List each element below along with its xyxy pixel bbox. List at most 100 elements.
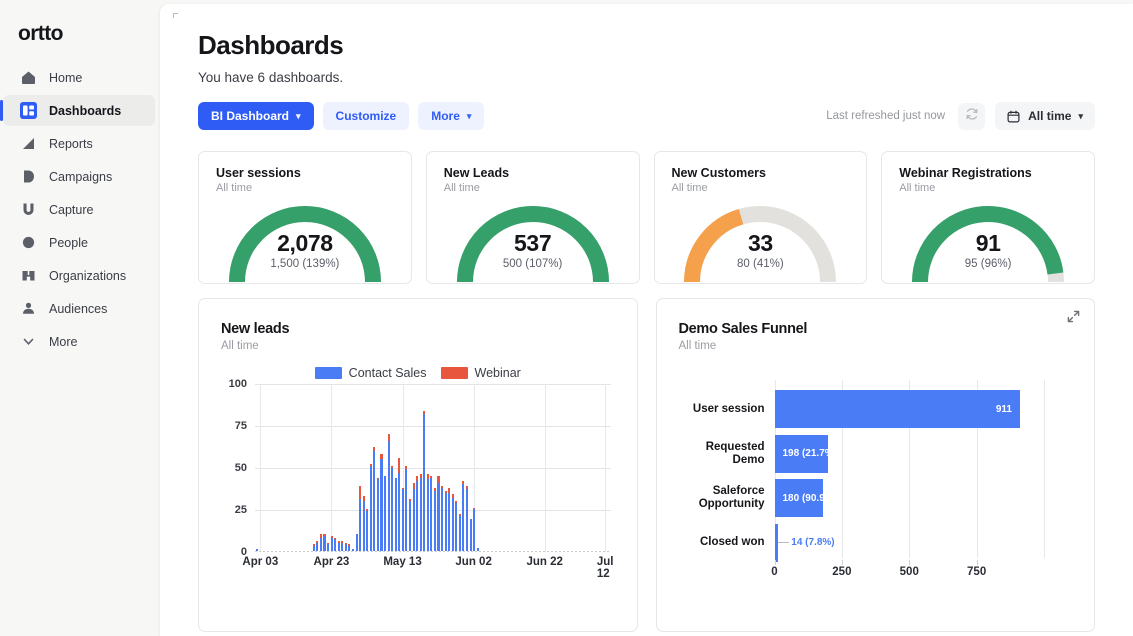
more-button-label: More: [431, 109, 460, 123]
new-leads-chart-card[interactable]: New leads All time Contact Sales Webinar …: [198, 298, 638, 632]
bar-stack: [469, 519, 472, 551]
bar-chart-x-axis: Apr 03 Apr 23 May 13 Jun 02 Jun 22 Jul 12: [242, 556, 613, 580]
bar-segment-contact-sales: [348, 546, 351, 551]
legend-item[interactable]: Webinar: [440, 366, 521, 380]
page-content: Dashboards You have 6 dashboards. BI Das…: [160, 4, 1133, 632]
bar-stack: [419, 474, 422, 551]
bar-column[interactable]: [608, 384, 612, 551]
kpi-gauge-center: 91 95 (96%): [899, 230, 1077, 270]
sidebar-item-home[interactable]: Home: [3, 62, 155, 93]
funnel-row[interactable]: Saleforce Opportunity 180 (90.9%): [699, 479, 1045, 517]
axis-tick-mark: [976, 560, 978, 565]
bar-series-container: [255, 384, 611, 551]
sidebar-item-dashboards[interactable]: Dashboards: [0, 95, 155, 126]
kpi-card[interactable]: New Leads All time 537 500 (107%): [425, 151, 640, 284]
bar-stack: [351, 549, 354, 551]
bar-segment-contact-sales: [441, 487, 444, 551]
sidebar-item-people[interactable]: People: [3, 227, 155, 258]
bar-segment-webinar: [412, 482, 415, 490]
bar-stack: [255, 549, 258, 551]
bar-segment-contact-sales: [423, 414, 426, 551]
dashboard-selector-button[interactable]: BI Dashboard ▾: [198, 102, 314, 130]
bar-segment-contact-sales: [433, 490, 436, 551]
grid-line: [1044, 380, 1045, 558]
kpi-title: New Leads: [443, 166, 510, 180]
x-axis-tick-label: Apr 03: [242, 556, 279, 568]
funnel-bar[interactable]: 911: [774, 390, 1020, 428]
bar-stack: [373, 447, 376, 551]
customize-button[interactable]: Customize: [322, 102, 410, 130]
funnel-bar-value: 198 (21.7%): [782, 448, 837, 459]
bar-stack: [433, 487, 436, 551]
axis-tick-mark: [909, 560, 911, 565]
bar-stack: [430, 475, 433, 551]
bar-segment-contact-sales: [255, 549, 258, 551]
kpi-card[interactable]: Webinar Registrations All time 91 95 (96%): [881, 151, 1095, 284]
more-button[interactable]: More ▾: [418, 102, 485, 130]
kpi-title: Webinar Registrations: [899, 166, 1032, 180]
bar-segment-contact-sales: [419, 477, 422, 551]
sidebar-item-label: Capture: [49, 202, 94, 217]
bar-stack: [355, 534, 358, 551]
funnel-row-label: Saleforce Opportunity: [698, 485, 765, 510]
legend-item[interactable]: Contact Sales: [314, 366, 427, 380]
funnel-bar-value: 14 (7.8%): [778, 537, 835, 548]
funnel-row[interactable]: Requested Demo 198 (21.7%): [706, 434, 1045, 473]
chevron-down-icon: ▾: [1078, 110, 1083, 121]
sidebar-item-label: People: [49, 235, 88, 250]
x-axis-tick-label: May 13: [383, 556, 422, 568]
funnel-bar[interactable]: 14 (7.8%): [774, 523, 835, 562]
funnel-bar[interactable]: 198 (21.7%): [774, 434, 837, 473]
refresh-icon: [965, 107, 979, 126]
sidebar-item-label: Campaigns: [49, 169, 113, 184]
app-root: ortto Home Dashboards Reports Campaigns …: [0, 0, 1133, 636]
funnel-row[interactable]: User session 911: [693, 390, 1045, 428]
kpi-gauge-center: 33 80 (41%): [671, 230, 849, 270]
refresh-button[interactable]: [958, 102, 986, 130]
funnel-bar[interactable]: 180 (90.9%): [774, 479, 837, 517]
date-range-button[interactable]: All time ▾: [995, 102, 1095, 130]
kpi-gauge: 2,078 1,500 (139%): [216, 196, 394, 283]
expand-icon[interactable]: [1067, 310, 1080, 328]
chart-card-row: New leads All time Contact Sales Webinar …: [198, 298, 1095, 632]
sidebar-item-campaigns[interactable]: Campaigns: [3, 161, 155, 192]
sidebar-item-organizations[interactable]: Organizations: [3, 260, 155, 291]
axis-baseline: [255, 551, 611, 552]
sidebar-item-reports[interactable]: Reports: [3, 128, 155, 159]
bar-stack: [426, 474, 429, 551]
kpi-card[interactable]: New Customers All time 33 80 (41%): [653, 151, 868, 284]
bar-segment-contact-sales: [334, 539, 337, 551]
x-axis-tick-label: Jun 22: [526, 556, 563, 568]
bar-stack: [369, 464, 372, 551]
dashboard-icon: [18, 101, 38, 121]
bar-stack: [384, 475, 387, 551]
bar-stack: [391, 465, 394, 551]
funnel-x-axis: 0 250 500 750: [771, 560, 1045, 580]
bar-segment-contact-sales: [401, 489, 404, 551]
kpi-gauge-center: 537 500 (107%): [444, 230, 622, 270]
bar-segment-contact-sales: [430, 477, 433, 551]
legend-swatch: [440, 367, 468, 379]
sidebar-item-more[interactable]: More: [3, 326, 155, 357]
sidebar-item-capture[interactable]: Capture: [3, 194, 155, 225]
x-axis-tick-label: Jul 12: [596, 556, 614, 580]
y-axis-tick-label: 50: [234, 462, 247, 474]
bar-segment-contact-sales: [355, 534, 358, 551]
brand-logo[interactable]: ortto: [0, 10, 160, 60]
kpi-card[interactable]: User sessions All time 2,078 1,500 (139%): [198, 151, 412, 284]
bar-segment-webinar: [398, 457, 401, 473]
demo-sales-funnel-card[interactable]: Demo Sales Funnel All time User session 9…: [655, 298, 1095, 632]
kpi-title: New Customers: [671, 166, 766, 180]
bar-segment-contact-sales: [323, 535, 326, 551]
reports-icon: [18, 134, 38, 154]
funnel-bar-value: 911: [995, 403, 1012, 415]
funnel-row[interactable]: Closed won 14 (7.8%): [700, 523, 1045, 562]
bar-segment-webinar: [437, 475, 440, 483]
kpi-card-row: User sessions All time 2,078 1,500 (139%) Ne…: [198, 151, 1095, 284]
home-icon: [18, 68, 38, 88]
panel-corner-marker: [173, 13, 178, 18]
sidebar-item-label: Organizations: [49, 268, 127, 283]
sidebar-item-audiences[interactable]: Audiences: [3, 293, 155, 324]
bar-segment-webinar: [359, 485, 362, 500]
funnel-plot: User session 911 Requested Demo 198 (21.7%)…: [679, 380, 1073, 580]
